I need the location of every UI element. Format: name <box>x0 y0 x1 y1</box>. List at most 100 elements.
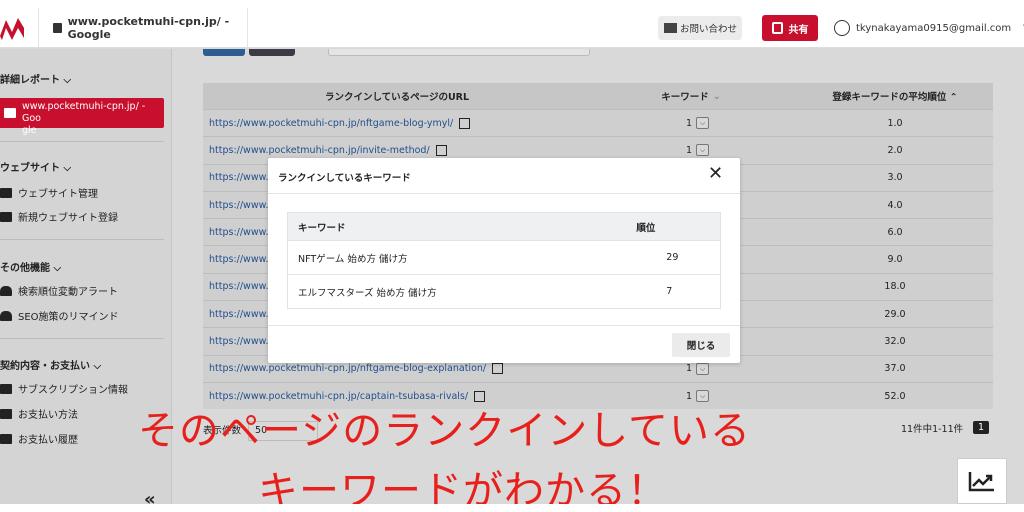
url-link[interactable]: https://www.pocketmuhi-cpn.jp/invite-met… <box>203 144 585 156</box>
search-input[interactable] <box>328 49 590 56</box>
chevron-down-icon: ⌵ <box>63 163 72 174</box>
avg-rank-cell: 3.0 <box>887 172 903 184</box>
avg-rank-cell: 1.0 <box>887 117 903 129</box>
site-selector[interactable]: www.pocketmuhi-cpn.jp/ - Google <box>38 8 248 48</box>
close-icon[interactable]: ✕ <box>708 164 723 184</box>
rank-cell: 7 <box>666 286 673 297</box>
sidebar-section-website[interactable]: ウェブサイト ⌵ <box>0 159 71 174</box>
bell-icon <box>0 310 12 321</box>
modal-table-header: キーワード 順位 <box>288 213 720 240</box>
modal-col-rank: 順位 <box>636 222 656 234</box>
brand-logo-icon[interactable] <box>0 14 24 42</box>
divider <box>268 193 740 194</box>
avg-rank-cell: 32.0 <box>884 336 906 348</box>
keyword-count-cell: 1⌵ <box>585 117 797 130</box>
app-frame: www.pocketmuhi-cpn.jp/ - Google お問い合わせ 共… <box>0 8 1024 504</box>
bell-icon <box>0 285 12 296</box>
table-row: https://www.pocketmuhi-cpn.jp/nftgame-bl… <box>203 109 993 136</box>
sidebar-item-label-cont: gle <box>22 125 37 136</box>
keyword-count-cell: 1⌵ <box>585 144 797 157</box>
keywords-modal: ランクインしているキーワード ✕ キーワード 順位 NFTゲーム 始め方 儲け方… <box>268 158 740 363</box>
keyword-cell: NFTゲーム 始め方 儲け方 <box>298 253 408 265</box>
chevron-down-icon: ⌵ <box>93 361 102 372</box>
caption-line-1: そのページのランクインしている <box>138 408 751 454</box>
divider <box>0 239 164 240</box>
col-keyword-header[interactable]: キーワード ⌄ <box>585 89 797 104</box>
trend-chart-icon <box>968 472 994 492</box>
mail-icon <box>664 23 677 33</box>
sidebar-item-website-register[interactable]: 新規ウェブサイト登録 <box>0 209 118 224</box>
sort-icon: ⌄ <box>712 90 721 102</box>
avg-rank-cell: 37.0 <box>884 363 906 375</box>
avg-rank-cell: 6.0 <box>887 226 903 238</box>
user-avatar-icon <box>834 20 850 36</box>
chart-trend-button[interactable] <box>957 458 1007 504</box>
sidebar-item-payment-method[interactable]: お支払い方法 <box>0 406 78 421</box>
modal-keyword-table: キーワード 順位 NFTゲーム 始め方 儲け方 29 エルフマスターズ 始め方 … <box>287 212 721 309</box>
share-button[interactable]: 共有 <box>762 15 818 41</box>
table-row: エルフマスターズ 始め方 儲け方 7 <box>288 274 720 308</box>
add-site-icon <box>0 211 12 222</box>
sort-icon: ⌃ <box>949 92 958 103</box>
sidebar-section-report[interactable]: 詳細レポート ⌵ <box>0 71 71 86</box>
avg-rank-cell: 4.0 <box>887 199 903 211</box>
sidebar-item-subscription[interactable]: サブスクリプション情報 <box>0 381 128 396</box>
sidebar-item-website-manage[interactable]: ウェブサイト管理 <box>0 185 98 200</box>
external-link-icon[interactable] <box>459 117 471 129</box>
keyword-cell: エルフマスターズ 始め方 儲け方 <box>298 287 437 299</box>
page-button-current[interactable]: 1 <box>973 421 990 434</box>
external-link-icon[interactable] <box>435 144 447 156</box>
primary-action-button[interactable] <box>203 49 245 56</box>
url-link[interactable]: https://www.pocketmuhi-cpn.jp/nftgame-bl… <box>203 117 585 129</box>
card-icon <box>0 408 12 419</box>
user-email: tkynakayama0915@gmail.com <box>856 22 1012 34</box>
site-selector-label: www.pocketmuhi-cpn.jp/ - Google <box>67 15 230 41</box>
avg-rank-cell: 18.0 <box>884 281 906 293</box>
external-link-icon[interactable] <box>492 363 504 375</box>
avg-rank-cell: 9.0 <box>887 254 903 266</box>
table-row: NFTゲーム 始め方 儲け方 29 <box>288 240 720 274</box>
rank-cell: 29 <box>666 252 679 263</box>
contact-label: お問い合わせ <box>680 24 738 35</box>
share-label: 共有 <box>788 24 809 36</box>
divider <box>0 141 164 142</box>
chevron-down-icon[interactable]: ⌵ <box>696 144 709 157</box>
table-header: ランクインしているページのURL キーワード ⌄ 登録キーワードの平均順位 ⌃ <box>203 83 993 109</box>
sidebar-item-payment-history[interactable]: お支払い履歴 <box>0 431 78 446</box>
avg-rank-cell: 52.0 <box>884 390 906 402</box>
grid-icon <box>0 187 12 198</box>
chevron-down-icon: ⌵ <box>63 75 72 86</box>
card-icon <box>0 383 12 394</box>
keyword-count-cell: 1⌵ <box>585 362 797 375</box>
sidebar-item-label: www.pocketmuhi-cpn.jp/ - Goo <box>22 101 146 124</box>
list-icon <box>0 433 12 444</box>
col-url-header[interactable]: ランクインしているページのURL <box>203 89 585 103</box>
collapse-sidebar-icon[interactable]: « <box>144 489 156 504</box>
site-icon <box>53 23 62 33</box>
sidebar-item-current-site[interactable]: www.pocketmuhi-cpn.jp/ - Goo gle <box>0 98 164 136</box>
sidebar-section-other[interactable]: その他機能 ⌵ <box>0 259 61 274</box>
caption-line-2: キーワードがわかる！ <box>258 468 668 504</box>
building-icon <box>4 108 16 118</box>
user-menu[interactable]: tkynakayama0915@gmail.com ▼ <box>834 18 1024 38</box>
secondary-action-button[interactable] <box>249 49 295 56</box>
sidebar-item-rank-alert[interactable]: 検索順位変動アラート <box>0 283 118 298</box>
pagination-range: 11件中1-11件 <box>901 424 964 435</box>
col-avg-header[interactable]: 登録キーワードの平均順位 ⌃ <box>797 89 993 103</box>
modal-title: ランクインしているキーワード <box>278 173 411 184</box>
chevron-down-icon[interactable]: ⌵ <box>696 362 709 375</box>
avg-rank-cell: 29.0 <box>884 308 906 320</box>
close-button[interactable]: 閉じる <box>672 333 730 357</box>
top-header: www.pocketmuhi-cpn.jp/ - Google お問い合わせ 共… <box>0 8 1024 48</box>
avg-rank-cell: 2.0 <box>887 144 903 156</box>
divider <box>268 325 740 326</box>
chevron-down-icon: ⌵ <box>53 263 62 274</box>
contact-button[interactable]: お問い合わせ <box>658 16 742 40</box>
share-icon <box>771 22 783 34</box>
sidebar-item-seo-remind[interactable]: SEO施策のリマインド <box>0 308 119 323</box>
divider <box>0 338 164 339</box>
sidebar-section-contract[interactable]: 契約内容・お支払い ⌵ <box>0 357 101 372</box>
url-link[interactable]: https://www.pocketmuhi-cpn.jp/nftgame-bl… <box>203 363 585 375</box>
chevron-down-icon[interactable]: ⌵ <box>696 117 709 130</box>
modal-col-keyword: キーワード <box>298 222 346 234</box>
